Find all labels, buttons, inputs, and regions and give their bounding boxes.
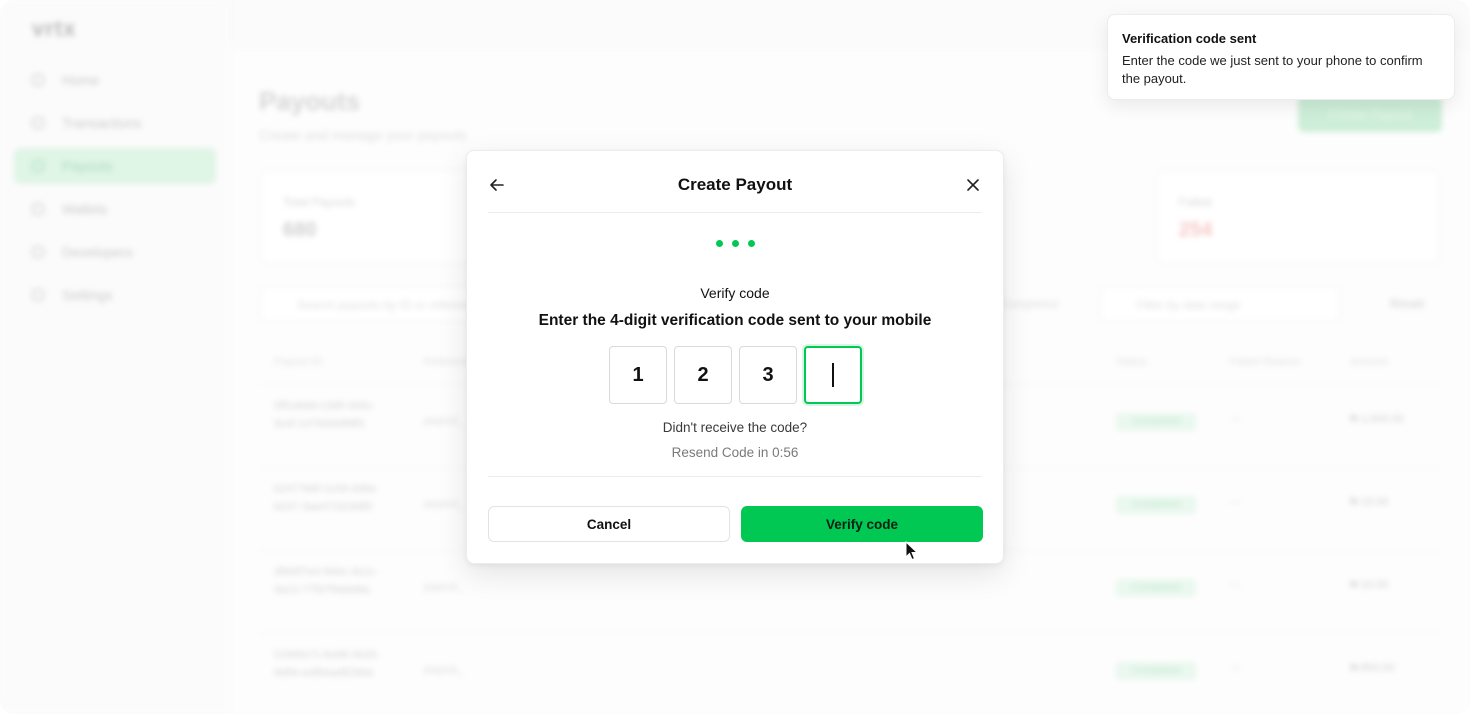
reset-button[interactable]: Reset xyxy=(1390,286,1450,322)
close-button[interactable] xyxy=(961,173,985,197)
sidebar-item-developers[interactable]: Developers xyxy=(14,234,216,270)
divider xyxy=(488,476,982,477)
page-subtitle: Create and manage your payouts xyxy=(259,127,467,143)
step-dot xyxy=(747,240,755,247)
table-row[interactable]: 01b6fa71-6a98-4b29-8d6b-ed89aa9f296d pay… xyxy=(260,633,1440,714)
verify-label: Verify code xyxy=(700,285,770,301)
payout-ref: payout_ xyxy=(424,581,464,593)
step-dot xyxy=(715,240,723,247)
sidebar-item-payouts[interactable]: Payouts xyxy=(14,148,216,184)
page-title: Payouts xyxy=(259,86,361,116)
sidebar: vrtx Home Transactions Payouts Wallets D… xyxy=(0,0,230,714)
stat-card-failed: Failed 254 xyxy=(1156,170,1440,264)
payout-amount: ₦ 800.00 xyxy=(1350,662,1395,674)
status-badge: Completed xyxy=(1116,579,1196,597)
wallet-icon xyxy=(32,203,44,215)
code-digit-3[interactable]: 3 xyxy=(739,346,797,404)
sidebar-item-label: Developers xyxy=(62,244,133,260)
logo: vrtx xyxy=(32,16,77,41)
payout-id: d6b5f7e4-9d0c-4e1c-9a12-77f37f9a8d6a xyxy=(274,566,379,596)
cancel-button[interactable]: Cancel xyxy=(488,506,730,542)
toast-title: Verification code sent xyxy=(1122,31,1257,46)
toast-notification: Verification code sent Enter the code we… xyxy=(1107,14,1455,100)
status-badge: Completed xyxy=(1116,413,1196,431)
column-header: Failed Reason xyxy=(1230,356,1301,368)
payouts-icon xyxy=(32,160,44,172)
code-icon xyxy=(32,246,44,258)
payout-id: 0ff1a9a8-c3d9-4d0c-9c4f-147694488ff1 xyxy=(274,400,376,430)
column-header: Payout ID xyxy=(274,356,323,368)
payout-id: b2477b6f-1c09-4d9e-b237-3ae471f23d85 xyxy=(274,483,380,513)
column-header: Status xyxy=(1116,356,1148,368)
payout-amount: ₦ 10.00 xyxy=(1350,579,1389,591)
payout-amount: ₦ 10.00 xyxy=(1350,496,1389,508)
status-badge: Completed xyxy=(1116,496,1196,514)
resend-question: Didn't receive the code? xyxy=(662,420,808,435)
toast-body: Enter the code we just sent to your phon… xyxy=(1122,53,1423,86)
code-input-group: 1 2 3 xyxy=(609,346,865,406)
status-filter[interactable]: Completed xyxy=(1000,286,1090,322)
divider xyxy=(488,212,982,213)
close-icon xyxy=(967,179,979,191)
stat-label: Total Payouts xyxy=(283,195,356,209)
modal-title: Create Payout xyxy=(677,175,793,194)
code-digit-1[interactable]: 1 xyxy=(609,346,667,404)
sidebar-item-label: Transactions xyxy=(62,115,142,131)
create-payout-modal: Create Payout Verify code Enter the 4-di… xyxy=(466,150,1004,564)
stat-value: 254 xyxy=(1179,219,1213,241)
column-header: Amount xyxy=(1350,356,1388,368)
sidebar-item-settings[interactable]: Settings xyxy=(14,277,216,313)
verify-instruction: Enter the 4-digit verification code sent… xyxy=(538,312,932,329)
stat-label: Failed xyxy=(1179,195,1212,209)
status-badge: Completed xyxy=(1116,662,1196,680)
verify-code-button[interactable]: Verify code xyxy=(741,506,983,542)
step-dot xyxy=(731,240,739,247)
resend-code-timer: Resend Code in 0:56 xyxy=(671,445,799,460)
failed-reason: — xyxy=(1230,496,1241,508)
payout-ref: payout_ xyxy=(424,498,464,510)
payout-id: 01b6fa71-6a98-4b29-8d6b-ed89aa9f296d xyxy=(274,649,380,679)
sidebar-item-label: Wallets xyxy=(62,201,108,217)
stat-value: 680 xyxy=(283,219,317,241)
failed-reason: — xyxy=(1230,662,1241,674)
mouse-pointer-icon xyxy=(905,541,919,561)
failed-reason: — xyxy=(1230,579,1241,591)
create-payout-button[interactable]: Create Payout xyxy=(1298,96,1442,132)
sidebar-item-home[interactable]: Home xyxy=(14,62,216,98)
home-icon xyxy=(32,74,44,86)
date-range-input[interactable]: Filter by date range xyxy=(1100,286,1340,322)
sidebar-item-transactions[interactable]: Transactions xyxy=(14,105,216,141)
payout-ref: payout_ xyxy=(424,415,464,427)
code-digit-4[interactable] xyxy=(804,346,862,404)
transactions-icon xyxy=(32,117,44,129)
text-caret xyxy=(832,363,834,387)
sidebar-item-label: Payouts xyxy=(62,158,113,174)
payout-ref: payout_ xyxy=(424,664,464,676)
gear-icon xyxy=(32,289,44,301)
step-indicator xyxy=(467,240,1003,247)
sidebar-item-wallets[interactable]: Wallets xyxy=(14,191,216,227)
sidebar-item-label: Settings xyxy=(62,287,113,303)
code-digit-2[interactable]: 2 xyxy=(674,346,732,404)
payout-amount: ₦ 1,000.00 xyxy=(1350,413,1404,425)
sidebar-item-label: Home xyxy=(62,72,100,88)
failed-reason: — xyxy=(1230,413,1241,425)
app-window: vrtx Home Transactions Payouts Wallets D… xyxy=(0,0,1470,714)
